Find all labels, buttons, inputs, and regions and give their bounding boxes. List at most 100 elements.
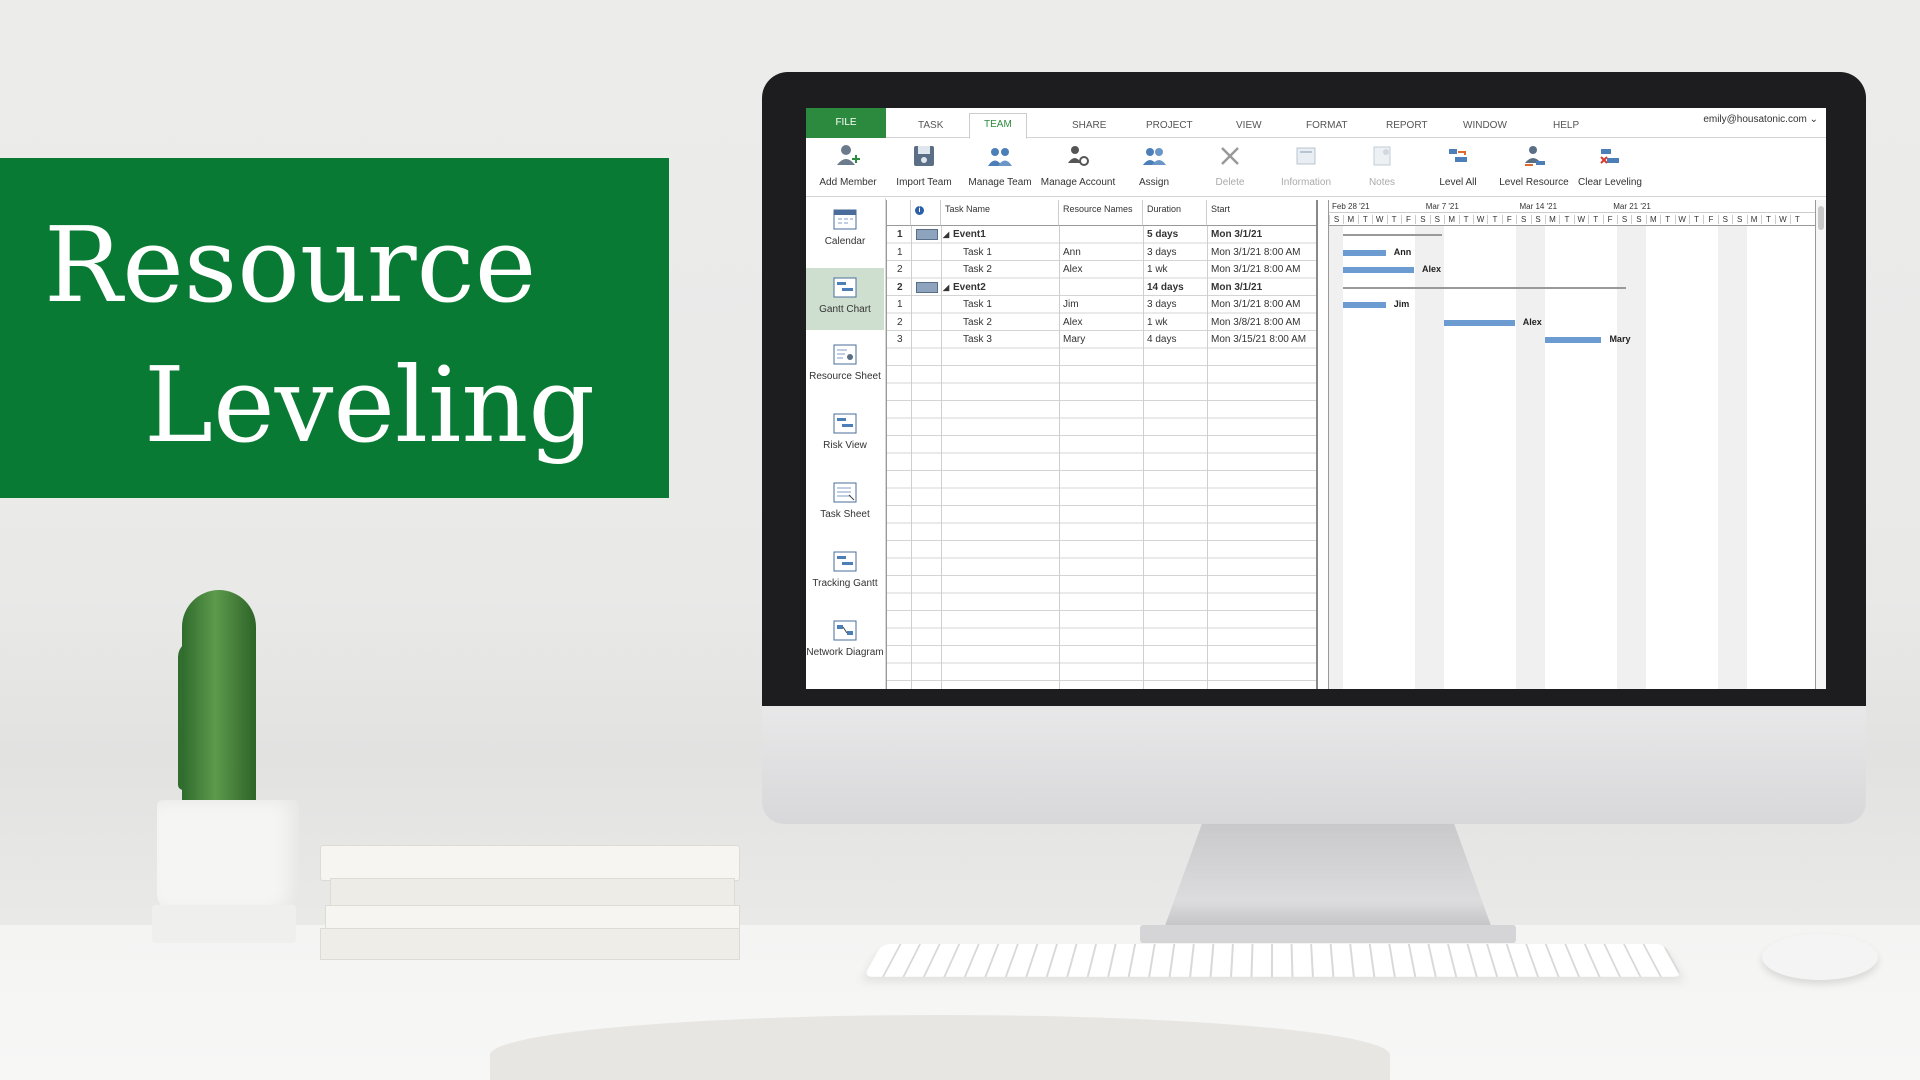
day-letter: S	[1516, 215, 1530, 224]
duration-cell[interactable]: 4 days	[1147, 331, 1176, 349]
task-name-header[interactable]: Task Name	[941, 200, 1059, 226]
notes-button[interactable]: Notes	[1340, 143, 1424, 188]
day-letter: W	[1372, 215, 1386, 224]
duration-cell[interactable]: 14 days	[1147, 279, 1184, 297]
information-button[interactable]: Information	[1264, 143, 1348, 188]
duration-cell[interactable]: 5 days	[1147, 226, 1178, 244]
tab-file[interactable]: FILE	[806, 108, 886, 138]
collapse-triangle-icon[interactable]: ◢	[943, 226, 949, 244]
indicator-column-header[interactable]: i	[911, 200, 941, 226]
table-row[interactable]: 2 ◢ Event2 14 days Mon 3/1/21	[887, 279, 1316, 297]
view-risk-view-label: Risk View	[823, 440, 867, 451]
assign-button[interactable]: Assign	[1112, 143, 1196, 188]
collapse-triangle-icon[interactable]: ◢	[943, 279, 949, 297]
monitor-stand	[1162, 824, 1494, 934]
level-all-button[interactable]: Level All	[1416, 143, 1500, 188]
table-row[interactable]: 1 Task 1 Jim 3 days Mon 3/1/21 8:00 AM	[887, 296, 1316, 314]
view-network-diagram-label: Network Diagram	[806, 647, 884, 658]
manage-account-button[interactable]: Manage Account	[1036, 143, 1120, 188]
scrollbar-thumb[interactable]	[1818, 206, 1824, 230]
resource-cell[interactable]: Jim	[1063, 296, 1079, 314]
start-cell[interactable]: Mon 3/1/21 8:00 AM	[1211, 296, 1301, 314]
duration-cell[interactable]: 1 wk	[1147, 314, 1168, 332]
start-cell[interactable]: Mon 3/15/21 8:00 AM	[1211, 331, 1306, 349]
level-resource-button[interactable]: Level Resource	[1492, 143, 1576, 188]
table-row[interactable]: 2 Task 2 Alex 1 wk Mon 3/1/21 8:00 AM	[887, 261, 1316, 279]
tab-view[interactable]: VIEW	[1236, 120, 1262, 131]
task-bar[interactable]	[1343, 267, 1414, 273]
start-cell[interactable]: Mon 3/1/21 8:00 AM	[1211, 261, 1301, 279]
tab-team[interactable]: TEAM	[969, 113, 1027, 139]
resource-cell[interactable]: Alex	[1063, 314, 1082, 332]
clear-leveling-button[interactable]: Clear Leveling	[1568, 143, 1652, 188]
task-name-cell[interactable]: Task 2	[963, 261, 992, 279]
resource-cell[interactable]: Mary	[1063, 331, 1085, 349]
tab-help[interactable]: HELP	[1553, 120, 1579, 131]
summary-bar[interactable]	[1343, 234, 1443, 236]
row-id: 2	[897, 281, 903, 293]
start-cell[interactable]: Mon 3/1/21 8:00 AM	[1211, 244, 1301, 262]
tab-format[interactable]: FORMAT	[1306, 120, 1347, 131]
task-bar[interactable]	[1343, 249, 1386, 256]
resource-cell[interactable]: Alex	[1063, 261, 1082, 279]
view-gantt-chart[interactable]: Gantt Chart	[806, 268, 884, 330]
view-network-diagram[interactable]: Network Diagram	[806, 611, 884, 673]
table-row[interactable]: 3 Task 3 Mary 4 days Mon 3/15/21 8:00 AM	[887, 331, 1316, 349]
duration-cell[interactable]: 3 days	[1147, 296, 1176, 314]
level-resource-icon	[1525, 146, 1545, 166]
clear-leveling-label: Clear Leveling	[1578, 177, 1642, 188]
task-name-cell[interactable]: Event2	[953, 279, 986, 297]
add-member-label: Add Member	[819, 177, 877, 188]
view-risk-view[interactable]: Risk View	[806, 404, 884, 466]
tab-window[interactable]: WINDOW	[1463, 120, 1507, 131]
start-header[interactable]: Start	[1207, 200, 1316, 226]
tab-share[interactable]: SHARE	[1072, 120, 1106, 131]
task-name-cell[interactable]: Task 2	[963, 314, 992, 332]
tab-task[interactable]: TASK	[918, 120, 943, 131]
day-letter: M	[1343, 215, 1357, 224]
table-row[interactable]: 1 Task 1 Ann 3 days Mon 3/1/21 8:00 AM	[887, 244, 1316, 262]
tab-project[interactable]: PROJECT	[1146, 120, 1193, 131]
view-resource-sheet-label: Resource Sheet	[809, 371, 881, 382]
account-menu[interactable]: emily@housatonic.com ⌄	[1703, 114, 1818, 125]
task-name-cell[interactable]: Task 3	[963, 331, 992, 349]
table-row[interactable]: 1 ◢ Event1 5 days Mon 3/1/21	[887, 226, 1316, 244]
view-calendar[interactable]: Calendar	[806, 200, 884, 262]
table-row[interactable]: 2 Task 2 Alex 1 wk Mon 3/8/21 8:00 AM	[887, 314, 1316, 332]
tab-report[interactable]: REPORT	[1386, 120, 1428, 131]
view-task-sheet[interactable]: Task Sheet	[806, 473, 884, 535]
week-label: Mar 14 '21	[1519, 202, 1558, 211]
start-cell[interactable]: Mon 3/1/21	[1211, 226, 1262, 244]
task-name-cell[interactable]: Task 1	[963, 296, 992, 314]
row-id: 3	[897, 334, 903, 345]
row-id-header	[887, 200, 911, 226]
banner-title-line-1: Resource	[44, 204, 537, 326]
import-team-button[interactable]: Import Team	[882, 143, 966, 188]
summary-bar[interactable]	[1343, 286, 1626, 289]
task-name-cell[interactable]: Task 1	[963, 244, 992, 262]
delete-button[interactable]: Delete	[1188, 143, 1272, 188]
book	[320, 845, 740, 881]
start-cell[interactable]: Mon 3/8/21 8:00 AM	[1211, 314, 1301, 332]
view-resource-sheet[interactable]: Resource Sheet	[806, 335, 884, 397]
ribbon-toolbar: Add Member Import Team Manage Team Manag…	[806, 139, 1826, 197]
add-member-button[interactable]: Add Member	[806, 143, 890, 188]
resource-cell[interactable]: Ann	[1063, 244, 1081, 262]
day-letter: W	[1775, 215, 1789, 224]
task-name-cell[interactable]: Event1	[953, 226, 986, 244]
resource-names-header[interactable]: Resource Names	[1059, 200, 1143, 226]
duration-cell[interactable]: 1 wk	[1147, 261, 1168, 279]
task-bar[interactable]	[1343, 302, 1386, 308]
view-tracking-gantt[interactable]: Tracking Gantt	[806, 542, 884, 604]
week-label: Mar 21 '21	[1613, 202, 1651, 211]
vertical-scrollbar[interactable]	[1816, 200, 1826, 689]
start-cell[interactable]: Mon 3/1/21	[1211, 279, 1262, 297]
duration-header[interactable]: Duration	[1143, 200, 1207, 226]
duration-cell[interactable]: 3 days	[1147, 244, 1176, 262]
task-bar[interactable]	[1444, 319, 1515, 326]
gantt-chart-icon	[833, 277, 857, 298]
day-letter: T	[1487, 215, 1501, 224]
task-bar[interactable]	[1545, 337, 1602, 343]
manage-team-button[interactable]: Manage Team	[958, 143, 1042, 188]
bar-resource-label: Alex	[1522, 316, 1542, 327]
